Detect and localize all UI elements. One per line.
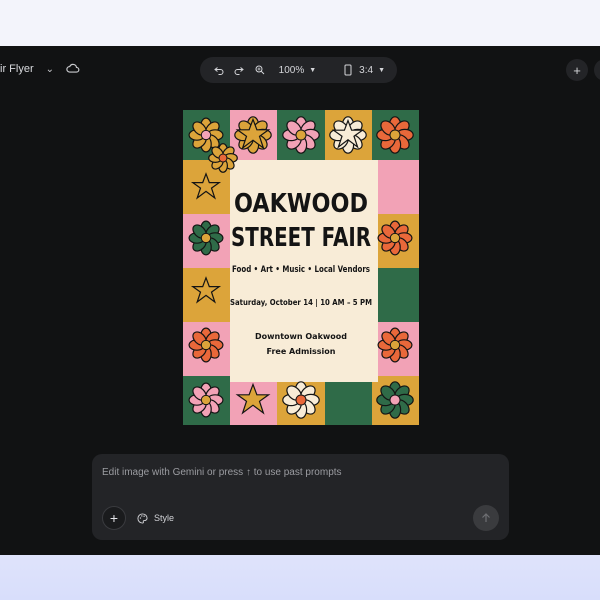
redo-button[interactable] xyxy=(232,60,246,80)
browser-top-strip xyxy=(0,0,600,46)
zoom-level: 100% xyxy=(278,64,305,76)
aspect-ratio-value: 3:4 xyxy=(359,64,374,76)
aspect-ratio-select[interactable]: 3:4 ▼ xyxy=(342,60,385,80)
cloud-icon[interactable] xyxy=(66,62,80,74)
flyer-title-line1: OAKWOOD xyxy=(234,189,368,219)
flyer-tagline: Food • Art • Music • Local Vendors xyxy=(232,265,370,275)
style-label: Style xyxy=(154,513,175,523)
flyer-location: Downtown Oakwood xyxy=(255,332,347,341)
send-button[interactable] xyxy=(473,505,499,531)
zoom-icon xyxy=(255,65,264,75)
chevron-down-icon: ⌄ xyxy=(45,63,54,75)
plus-icon: + xyxy=(109,510,119,526)
view-controls: 100% ▼ 3:4 ▼ xyxy=(200,57,397,83)
prompt-input[interactable] xyxy=(102,464,462,480)
undo-icon xyxy=(214,67,224,75)
flyer-admission: Free Admission xyxy=(267,347,336,356)
browser-bottom-strip xyxy=(0,555,600,600)
caret-down-icon: ▼ xyxy=(309,66,317,74)
plus-icon: + xyxy=(573,62,581,78)
caret-down-icon: ▼ xyxy=(378,66,386,74)
toolbar: ir Flyer ⌄ 100% ▼ 3:4 ▼ + xyxy=(0,46,600,92)
flyer-canvas[interactable]: OAKWOOD STREET FAIR Food • Art • Music •… xyxy=(183,110,419,425)
zoom-button[interactable] xyxy=(252,60,266,80)
palette-icon xyxy=(137,512,148,524)
document-title-text: ir Flyer xyxy=(0,63,34,75)
document-title[interactable]: ir Flyer ⌄ xyxy=(0,63,54,75)
zoom-select[interactable]: 100% ▼ xyxy=(279,60,317,80)
send-arrow-icon xyxy=(482,513,490,522)
flyer-date-time: Saturday, October 14 | 10 AM – 5 PM xyxy=(230,298,372,307)
undo-button[interactable] xyxy=(212,60,226,80)
prompt-box: + Style xyxy=(92,454,509,540)
phone-icon xyxy=(344,64,352,76)
redo-icon xyxy=(234,67,245,75)
style-button[interactable]: Style xyxy=(137,509,174,527)
editor-app: ir Flyer ⌄ 100% ▼ 3:4 ▼ + OAKWOOD STREET… xyxy=(0,46,600,555)
more-button[interactable] xyxy=(594,59,600,81)
flyer-title-line2: STREET FAIR xyxy=(231,223,371,253)
flyer-image: OAKWOOD STREET FAIR Food • Art • Music •… xyxy=(183,110,419,425)
add-button[interactable]: + xyxy=(566,59,588,81)
add-attachment-button[interactable]: + xyxy=(102,506,126,530)
